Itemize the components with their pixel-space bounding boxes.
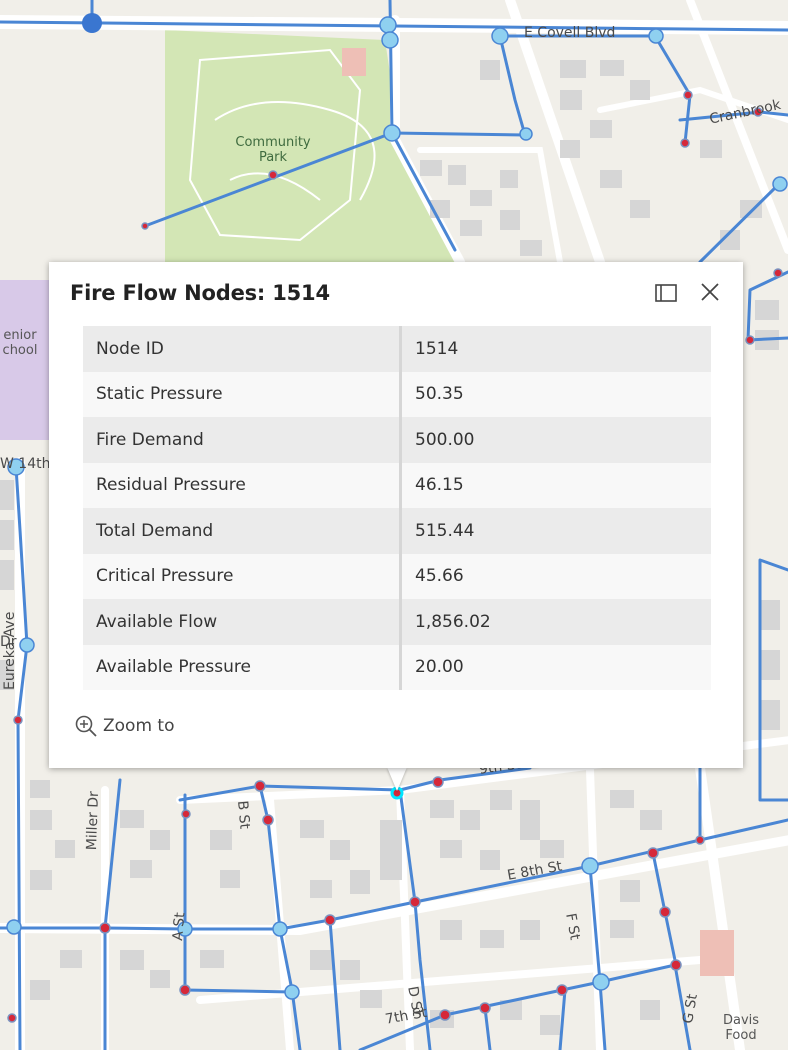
field-label: Static Pressure [83,371,402,417]
label-e-covell-blvd: E Covell Blvd [524,25,616,41]
close-button[interactable] [695,278,725,308]
field-value: 50.35 [400,371,711,417]
popup-title: Fire Flow Nodes: 1514 [70,281,330,305]
field-value: 46.15 [400,462,711,508]
field-label: Residual Pressure [83,462,402,508]
label-senior-school: enior chool [2,328,38,358]
community-park-label: Community Park [235,135,311,165]
table-row: Available Pressure 20.00 [83,644,711,690]
popup-pointer [387,767,407,791]
field-label: Node ID [83,326,402,372]
label-b-st: B St [234,800,253,830]
label-w-14th: W 14th [0,456,51,472]
field-label: Available Pressure [83,644,402,690]
label-a-st: A St [170,911,189,942]
table-row: Residual Pressure 46.15 [83,462,711,508]
label-eureka-ave: Eureka Ave [2,611,18,690]
feature-popup: Fire Flow Nodes: 1514 Node ID 1514 Static … [49,262,743,768]
field-value: 20.00 [400,644,711,690]
field-label: Fire Demand [83,417,402,463]
table-row: Available Flow 1,856.02 [83,599,711,645]
field-value: 515.44 [400,508,711,554]
field-value: 1514 [400,326,711,372]
field-value: 45.66 [400,553,711,599]
label-miller-dr: Miller Dr [84,790,103,851]
table-row: Static Pressure 50.35 [83,371,711,417]
table-row: Critical Pressure 45.66 [83,553,711,599]
field-label: Total Demand [83,508,402,554]
field-label: Critical Pressure [83,553,402,599]
dock-icon [655,284,677,302]
zoom-in-icon [75,715,97,737]
table-row: Fire Demand 500.00 [83,417,711,463]
attribute-table: Node ID 1514 Static Pressure 50.35 Fire Dema… [83,326,711,690]
label-davis-food: Davis Food [722,1013,760,1043]
table-row: Total Demand 515.44 [83,508,711,554]
close-icon [701,283,719,301]
zoom-to-button[interactable]: Zoom to [74,714,174,738]
zoom-to-label: Zoom to [103,716,175,736]
field-value: 500.00 [400,417,711,463]
dock-button[interactable] [650,278,680,308]
field-label: Available Flow [83,599,402,645]
field-value: 1,856.02 [400,599,711,645]
table-row: Node ID 1514 [83,326,711,372]
